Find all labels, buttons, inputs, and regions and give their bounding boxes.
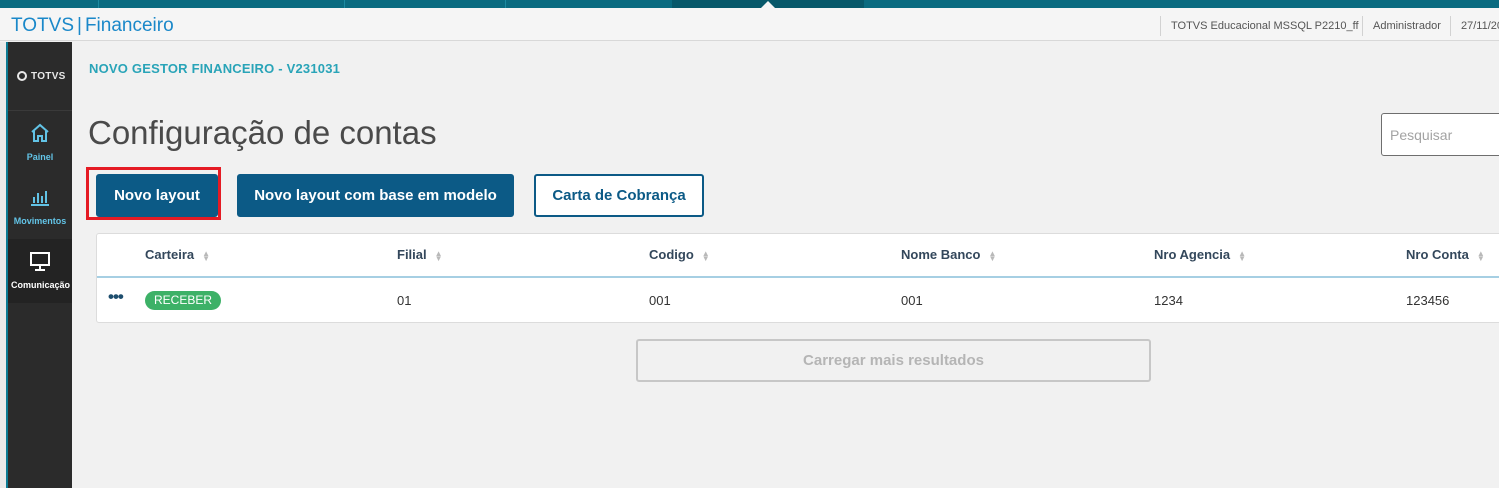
billing-letter-button[interactable]: Carta de Cobrança: [534, 174, 704, 217]
monitor-icon: [30, 252, 50, 271]
column-header-filial[interactable]: Filial ▲ ▼: [397, 247, 443, 262]
sidebar-item-label: Movimentos: [13, 216, 67, 226]
sort-icon[interactable]: ▲ ▼: [702, 249, 710, 262]
cell-nro-conta: 123456: [1406, 293, 1450, 308]
window-tab[interactable]: [0, 0, 99, 8]
column-header-carteira[interactable]: Carteira ▲ ▼: [145, 247, 210, 262]
bar-chart-icon: [31, 191, 49, 206]
breadcrumb[interactable]: NOVO GESTOR FINANCEIRO - V231031: [89, 61, 340, 76]
sort-icon[interactable]: ▲ ▼: [1238, 249, 1246, 262]
side-menu: TOTVS Painel Movimentos Comunicação: [0, 42, 72, 488]
module-name: Financeiro: [84, 15, 174, 36]
app-name: TOTVS: [11, 15, 74, 36]
context-date[interactable]: 27/11/20: [1450, 16, 1499, 36]
new-layout-from-model-button[interactable]: Novo layout com base em modelo: [237, 174, 514, 217]
window-tab-strip: [0, 0, 1499, 8]
cell-nome-banco: 001: [901, 293, 923, 308]
cell-codigo: 001: [649, 293, 671, 308]
sidebar-item-label: Painel: [26, 152, 54, 162]
sort-icon[interactable]: ▲ ▼: [1477, 249, 1485, 262]
context-database[interactable]: TOTVS Educacional MSSQL P2210_ff: [1160, 16, 1359, 36]
home-icon: [31, 123, 49, 142]
sort-icon[interactable]: ▲ ▼: [988, 249, 996, 262]
sidebar-item-painel[interactable]: Painel: [8, 111, 72, 175]
sidebar-item-movimentos[interactable]: Movimentos: [8, 175, 72, 239]
title-separator: |: [77, 15, 82, 36]
sidebar-item-label: Comunicação: [11, 280, 71, 290]
sort-icon[interactable]: ▲ ▼: [202, 249, 210, 262]
window-tab[interactable]: [506, 0, 673, 8]
column-header-nro-agencia[interactable]: Nro Agencia ▲ ▼: [1154, 247, 1246, 262]
page-title: Configuração de contas: [88, 114, 437, 151]
load-more-button[interactable]: Carregar mais resultados: [636, 339, 1151, 382]
active-tab-indicator-icon: [761, 1, 775, 8]
side-menu-edge: [0, 42, 8, 488]
sort-icon[interactable]: ▲ ▼: [435, 249, 443, 262]
accounts-table: Carteira ▲ ▼ Filial ▲ ▼ Codigo ▲ ▼ Nome Banco ▲…: [96, 233, 1499, 323]
totvs-logo: TOTVS: [8, 42, 72, 111]
table-header: Carteira ▲ ▼ Filial ▲ ▼ Codigo ▲ ▼ Nome Banco ▲…: [97, 234, 1499, 278]
window-tab[interactable]: [99, 0, 345, 8]
cell-nro-agencia: 1234: [1154, 293, 1183, 308]
new-layout-button[interactable]: Novo layout: [96, 174, 218, 217]
app-header: TOTVS | Financeiro TOTVS Educacional MSSQL…: [0, 8, 1499, 41]
row-actions-menu-icon[interactable]: •••: [108, 287, 124, 307]
sidebar-item-comunicacao[interactable]: Comunicação: [8, 239, 72, 303]
cell-filial: 01: [397, 293, 412, 308]
context-user[interactable]: Administrador: [1362, 16, 1441, 36]
column-header-nome-banco[interactable]: Nome Banco ▲ ▼: [901, 247, 996, 262]
totvs-logo-icon: [17, 71, 27, 81]
window-tab[interactable]: [345, 0, 506, 8]
column-header-nro-conta[interactable]: Nro Conta ▲ ▼: [1406, 247, 1485, 262]
logo-text: TOTVS: [31, 71, 66, 82]
status-badge: RECEBER: [145, 291, 222, 310]
column-header-codigo[interactable]: Codigo ▲ ▼: [649, 247, 710, 262]
app-title: TOTVS | Financeiro: [11, 15, 174, 37]
search-input[interactable]: [1381, 113, 1499, 156]
